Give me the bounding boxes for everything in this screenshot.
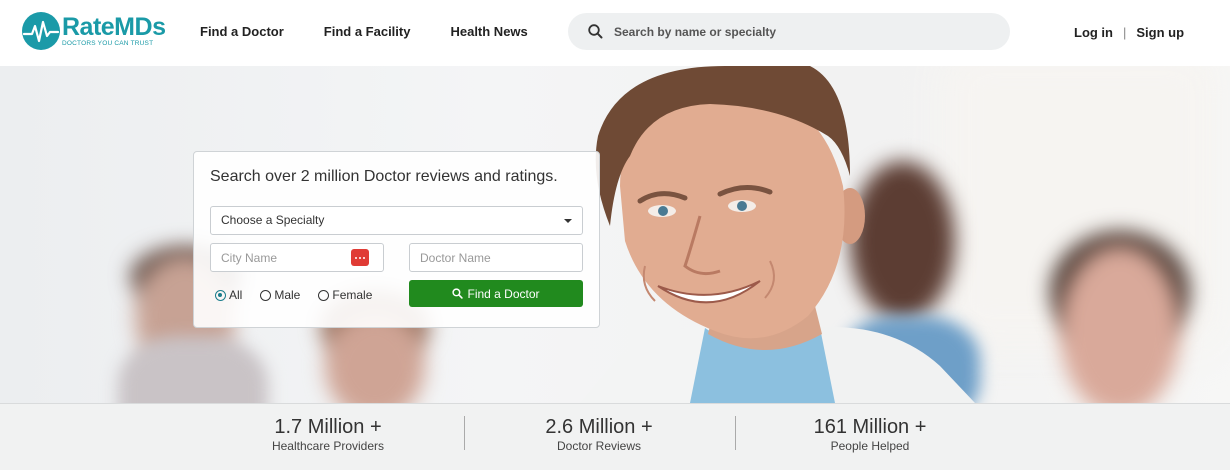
doctor-photo [580,66,975,403]
login-link[interactable]: Log in [1074,25,1113,40]
main-nav: Find a Doctor Find a Facility Health New… [200,24,568,39]
doctor-search-card: Search over 2 million Doctor reviews and… [193,151,600,328]
ratemds-logo[interactable]: RateMDs DOCTORS YOU CAN TRUST [22,12,166,50]
stat-value: 1.7 Million + [274,416,382,438]
radio-checked-icon [215,289,226,301]
city-field [210,243,384,272]
doctor-name-field [409,243,583,272]
stat-providers: 1.7 Million + Healthcare Providers [193,416,463,453]
logo-tagline: DOCTORS YOU CAN TRUST [62,39,154,47]
radio-unchecked-icon [318,289,330,301]
ellipsis-icon[interactable] [351,249,369,266]
specialty-select[interactable]: Choose a Specialty [210,206,583,235]
search-icon[interactable] [588,24,603,39]
gender-radio-all[interactable]: All [215,288,242,302]
nav-find-facility[interactable]: Find a Facility [324,24,411,39]
header-search-input[interactable] [614,13,994,50]
stat-label: Healthcare Providers [271,439,385,453]
auth-separator: | [1123,25,1127,40]
radio-unchecked-icon [260,289,272,301]
nav-health-news[interactable]: Health News [450,24,527,39]
hero-banner: Search over 2 million Doctor reviews and… [0,66,1230,403]
stat-value: 161 Million + [813,416,927,438]
doctor-name-input[interactable] [410,244,582,271]
site-header: RateMDs DOCTORS YOU CAN TRUST Find a Doc… [0,0,1230,64]
gender-radio-male[interactable]: Male [260,288,300,302]
gender-label-female: Female [332,288,373,302]
auth-links: Log in | Sign up [1074,25,1184,40]
find-doctor-button[interactable]: Find a Doctor [409,280,583,307]
stat-value: 2.6 Million + [545,416,653,438]
search-icon [452,288,464,299]
heartbeat-logo-icon [22,12,60,50]
logo-name: RateMDs [62,12,166,41]
gender-label-male: Male [274,288,301,302]
specialty-select-value: Choose a Specialty [221,213,325,227]
nav-find-doctor[interactable]: Find a Doctor [200,24,284,39]
gender-radio-female[interactable]: Female [318,288,372,302]
stat-reviews: 2.6 Million + Doctor Reviews [464,416,734,453]
signup-link[interactable]: Sign up [1136,25,1184,40]
stat-people: 161 Million + People Helped [735,416,1005,453]
caret-down-icon [564,219,572,223]
stat-label: People Helped [830,439,910,453]
search-card-title: Search over 2 million Doctor reviews and… [210,168,558,185]
header-search [568,13,1010,50]
gender-label-all: All [229,288,243,302]
find-doctor-label: Find a Doctor [467,286,540,301]
gender-radio-group: All Male Female [215,288,390,302]
stat-label: Doctor Reviews [556,439,642,453]
stats-bar: 1.7 Million + Healthcare Providers 2.6 M… [0,403,1230,470]
